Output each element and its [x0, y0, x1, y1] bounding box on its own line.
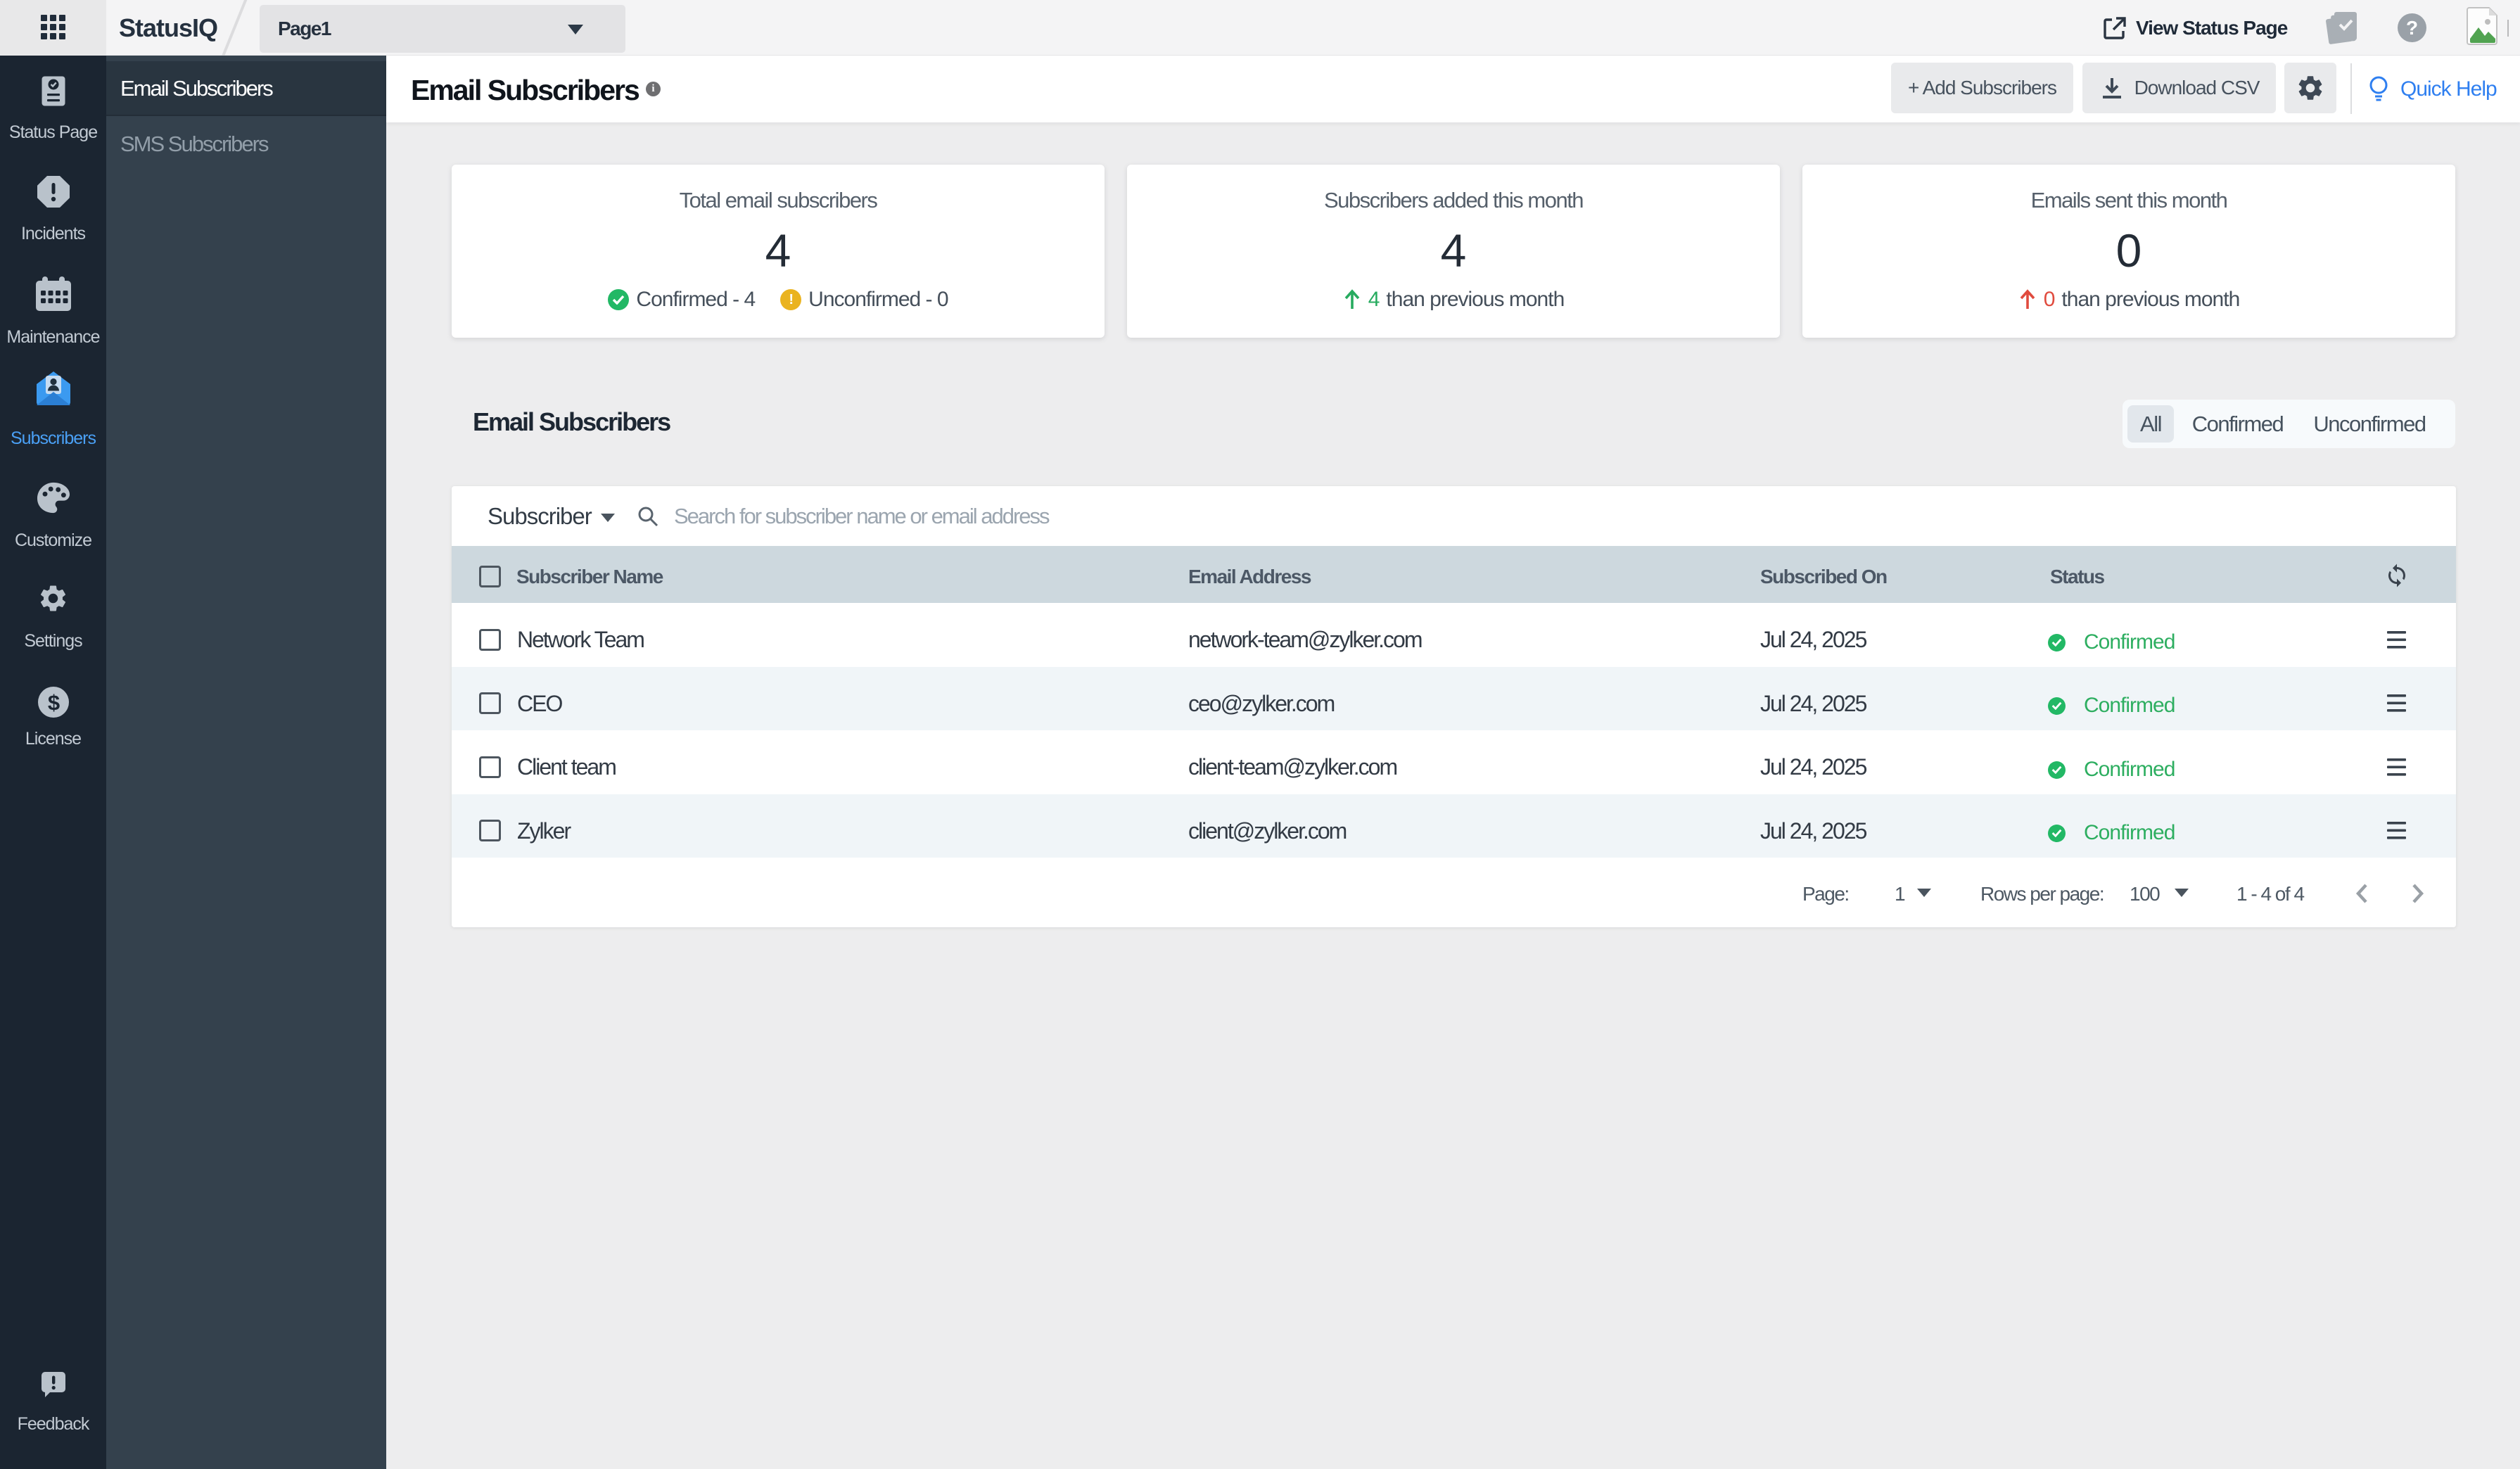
- svg-text:$: $: [47, 690, 59, 715]
